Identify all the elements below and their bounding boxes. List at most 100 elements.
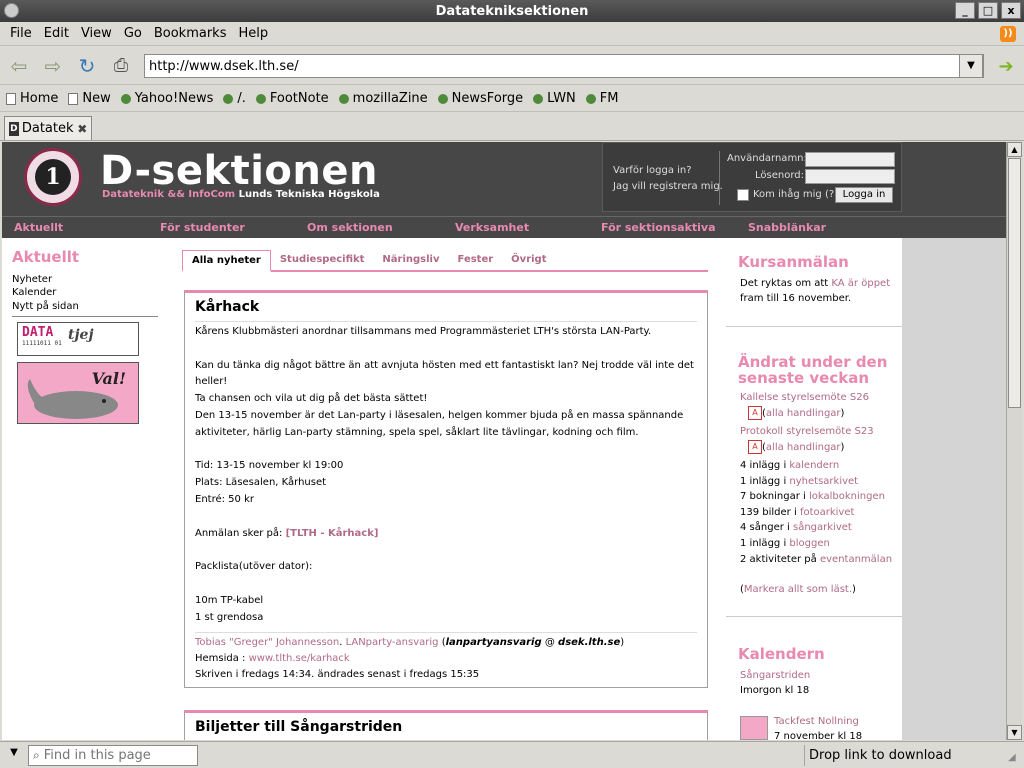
- rss-feed-icon[interactable]: )): [1000, 26, 1016, 42]
- scroll-thumb[interactable]: [1008, 158, 1021, 408]
- why-login-link[interactable]: Varför logga in?: [613, 163, 723, 179]
- nav-snabblankar[interactable]: Snabblänkar: [748, 221, 826, 234]
- val-banner[interactable]: Val!: [17, 362, 139, 424]
- kurs-heading: Kursanmälan: [738, 253, 849, 271]
- status-bar: ▼ ⌕ Drop link to download ◢: [0, 741, 1024, 768]
- menu-help[interactable]: Help: [232, 26, 274, 41]
- kurs-text: Det ryktas om att KA är öppet: [740, 278, 891, 289]
- stat-item: 4 inlägg i kalendern: [740, 460, 840, 471]
- status-text: Drop link to download: [804, 745, 1004, 766]
- remember-me-checkbox[interactable]: [737, 189, 749, 201]
- bookmark-footnote[interactable]: FootNote: [255, 91, 329, 106]
- find-toggle-icon[interactable]: ▼: [4, 747, 24, 765]
- nav-aktuellt[interactable]: Aktuellt: [14, 221, 63, 234]
- scroll-down-icon[interactable]: ▼: [1007, 725, 1022, 740]
- nav-verksamhet[interactable]: Verksamhet: [455, 221, 529, 234]
- find-input[interactable]: [43, 748, 184, 763]
- left-link-nytt[interactable]: Nytt på sidan: [12, 301, 79, 312]
- left-link-nyheter[interactable]: Nyheter: [12, 274, 52, 285]
- news-tabs: Alla nyheter Studiespecifikt Näringsliv …: [182, 250, 708, 272]
- register-link[interactable]: Jag vill registrera mig.: [613, 179, 723, 195]
- nav-om-sektionen[interactable]: Om sektionen: [307, 221, 393, 234]
- all-docs-link-1[interactable]: alla handlingar: [766, 408, 841, 419]
- stat-item: 4 sånger i sångarkivet: [740, 522, 852, 533]
- menu-bookmarks[interactable]: Bookmarks: [148, 26, 233, 41]
- tab-alla-nyheter[interactable]: Alla nyheter: [182, 250, 271, 272]
- bookmark-icon: [437, 93, 448, 104]
- calendar-event-link[interactable]: Sångarstriden: [740, 670, 810, 681]
- resize-grip-icon[interactable]: ◢: [1008, 752, 1022, 766]
- maximize-button[interactable]: □: [978, 2, 998, 19]
- menu-go[interactable]: Go: [118, 26, 148, 41]
- role-link[interactable]: LANparty-ansvarig: [346, 637, 439, 648]
- left-sidebar: Aktuellt Nyheter Kalender Nytt på sidan …: [2, 238, 164, 740]
- url-history-dropdown[interactable]: ▼: [959, 54, 983, 78]
- all-docs-link-2[interactable]: alla handlingar: [766, 442, 841, 453]
- site-title[interactable]: D-sektionen: [100, 148, 378, 194]
- doc-kallelse-link[interactable]: Kallelse styrelsemöte S26: [740, 392, 869, 403]
- page-icon: [6, 92, 16, 105]
- calendar-event-link-2[interactable]: Tackfest Nollning: [774, 716, 859, 727]
- pdf-icon: A: [748, 406, 762, 420]
- nav-for-studenter[interactable]: För studenter: [160, 221, 245, 234]
- news-article: Kårhack Kårens Klubbmästeri anordnar til…: [184, 290, 708, 688]
- right-sidebar: Kursanmälan Det ryktas om att KA är öppe…: [726, 238, 902, 740]
- app-icon[interactable]: [4, 3, 19, 18]
- menu-view[interactable]: View: [75, 26, 118, 41]
- page-icon: [68, 92, 79, 105]
- bookmark-lwn[interactable]: LWN: [533, 91, 576, 106]
- tab-naringsliv[interactable]: Näringsliv: [373, 250, 448, 270]
- url-bar[interactable]: ▼: [144, 54, 984, 78]
- section-seal-logo[interactable]: 1: [24, 148, 82, 206]
- close-tab-icon[interactable]: ✖: [77, 122, 88, 136]
- close-button[interactable]: x: [1001, 2, 1021, 19]
- reload-icon[interactable]: ↻: [72, 51, 102, 81]
- menu-file[interactable]: File: [4, 26, 38, 41]
- find-bar[interactable]: ⌕: [28, 745, 198, 766]
- back-arrow-icon[interactable]: ⇦: [4, 51, 34, 81]
- site-subtitle: Datateknik && InfoCom Lunds Tekniska Hög…: [102, 189, 380, 200]
- password-field[interactable]: [805, 169, 895, 184]
- bookmark-mozillazine[interactable]: mozillaZine: [338, 91, 428, 106]
- scroll-up-icon[interactable]: ▲: [1007, 142, 1022, 157]
- nav-for-sektionsaktiva[interactable]: För sektionsaktiva: [601, 221, 716, 234]
- left-link-kalender[interactable]: Kalender: [12, 287, 56, 298]
- tab-datatekniksektionen[interactable]: D Datatek ✖: [4, 116, 92, 140]
- ka-link[interactable]: KA är öppet: [831, 278, 890, 289]
- doc-protokoll-link[interactable]: Protokoll styrelsemöte S23: [740, 426, 874, 437]
- article-timestamp: Skriven i fredags 14:34. ändrades senast…: [195, 669, 480, 681]
- mark-read-link[interactable]: Markera allt som läst.: [744, 584, 852, 595]
- minimize-button[interactable]: _: [955, 2, 975, 19]
- menu-edit[interactable]: Edit: [38, 26, 75, 41]
- remember-me-label: Kom ihåg mig (?): [753, 189, 839, 200]
- bookmark-slashdot[interactable]: /.: [223, 91, 246, 106]
- tab-ovrigt[interactable]: Övrigt: [502, 250, 555, 270]
- stat-item: 2 aktiviteter på eventanmälan: [740, 554, 893, 565]
- event-thumbnail[interactable]: [740, 716, 768, 740]
- tab-fester[interactable]: Fester: [449, 250, 503, 270]
- author-link[interactable]: Tobias "Greger" Johannesson: [195, 637, 339, 648]
- navigation-toolbar: ⇦ ⇨ ↻ ⎙ ▼ ➔: [0, 47, 1024, 85]
- signup-link[interactable]: [TLTH - Kårhack]: [286, 528, 379, 539]
- article-body: Kårens Klubbmästeri anordnar tillsammans…: [195, 326, 694, 623]
- search-icon: ⌕: [33, 748, 40, 762]
- forward-arrow-icon[interactable]: ⇨: [38, 51, 68, 81]
- go-arrow-icon[interactable]: ➔: [994, 56, 1018, 77]
- url-input[interactable]: [149, 58, 949, 74]
- bookmark-yahoo-news[interactable]: Yahoo!News: [120, 91, 213, 106]
- login-box: Varför logga in? Jag vill registrera mig…: [602, 142, 902, 212]
- username-field[interactable]: [805, 152, 895, 167]
- main-content: Alla nyheter Studiespecifikt Näringsliv …: [164, 238, 726, 740]
- left-heading: Aktuellt: [12, 248, 80, 266]
- print-icon[interactable]: ⎙: [106, 51, 136, 81]
- vertical-scrollbar[interactable]: ▲ ▼: [1006, 142, 1022, 740]
- datatjej-banner[interactable]: DATA tjej 11111011 01: [17, 322, 139, 356]
- login-button[interactable]: Logga in: [835, 187, 893, 203]
- tab-studiespecifikt[interactable]: Studiespecifikt: [271, 250, 374, 270]
- bookmark-newsforge[interactable]: NewsForge: [437, 91, 523, 106]
- bookmark-icon: [223, 93, 234, 104]
- homepage-link[interactable]: www.tlth.se/karhack: [249, 653, 350, 664]
- bookmark-new[interactable]: New: [68, 91, 111, 106]
- bookmark-home[interactable]: Home: [6, 91, 58, 106]
- bookmark-fm[interactable]: FM: [585, 91, 618, 106]
